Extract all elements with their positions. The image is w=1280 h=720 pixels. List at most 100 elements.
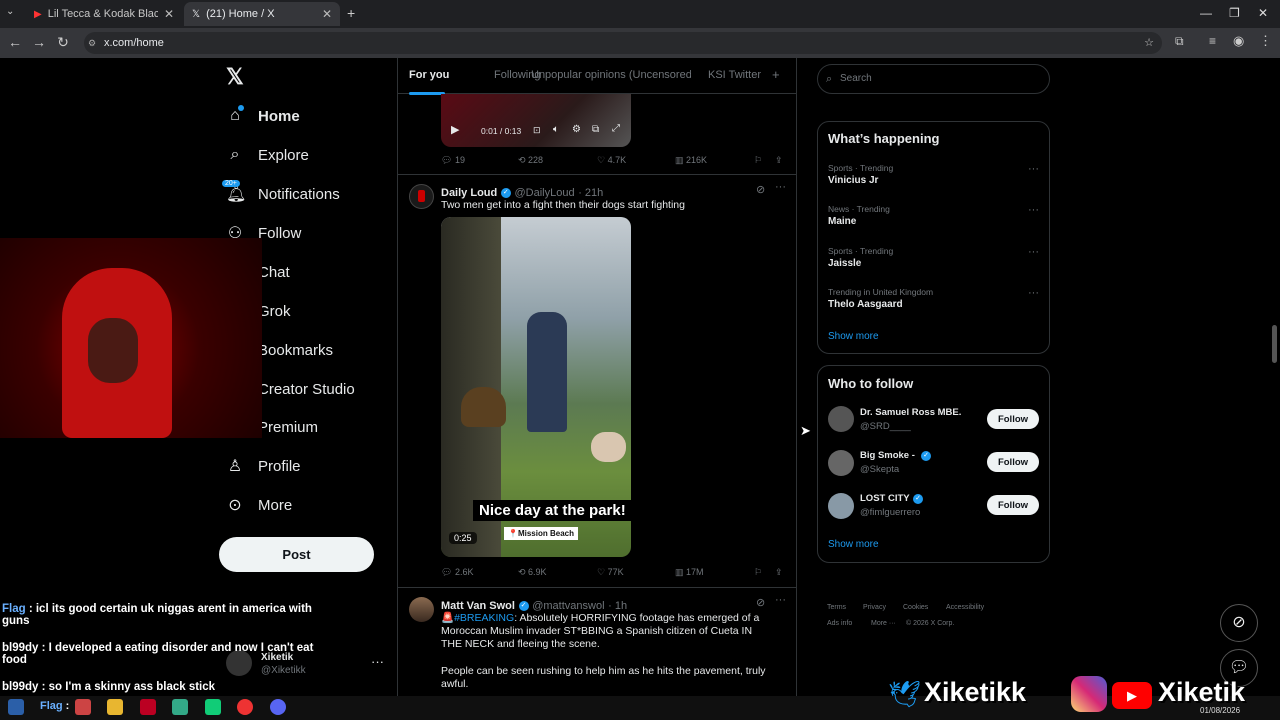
footer-cookies[interactable]: Cookies [903,604,928,611]
browser-tab-x-home[interactable]: 𝕏 (21) Home / X ✕ [184,2,340,26]
x-logo-icon[interactable]: 𝕏 [226,64,244,90]
footer-accessibility[interactable]: Accessibility [946,604,984,611]
follow-button[interactable]: Follow [987,495,1039,515]
grok-icon[interactable]: ⊘ [756,183,765,196]
tweet[interactable]: Daily Loud ✓ @DailyLoud · 21h ⊘ ··· Two … [398,175,796,588]
footer-more[interactable]: More ··· [871,620,896,627]
extensions-icon[interactable]: ⧉ [1175,34,1184,49]
pip-icon[interactable]: ⧉ [592,124,599,135]
repost-button[interactable]: ⟲ 228 [518,155,543,166]
more-icon[interactable]: ··· [775,181,786,193]
like-button[interactable]: ♡ 77K [597,567,624,578]
close-window-icon[interactable]: ✕ [1258,6,1268,20]
scrollbar-thumb[interactable] [1272,325,1277,363]
close-tab-icon[interactable]: ✕ [164,7,174,21]
follow-handle[interactable]: @fimlguerrero [860,507,920,518]
author-handle[interactable]: @DailyLoud [514,187,574,199]
tab-unpopular-opinions[interactable]: Unpopular opinions (Uncensored [531,69,691,81]
trend-name[interactable]: Vinicius Jr [828,175,878,186]
avatar[interactable] [828,406,854,432]
browser-menu-icon[interactable]: ⋮ [1259,33,1272,49]
footer-ads-info[interactable]: Ads info [827,620,852,627]
bookmark-icon[interactable]: ⚐ [754,567,762,578]
follow-handle[interactable]: @Skepta [860,464,899,475]
author-name[interactable]: Matt Van Swol [441,600,515,612]
tab-list-icon[interactable]: ⌄ [6,6,14,17]
follow-button[interactable]: Follow [987,452,1039,472]
nav-home[interactable]: ⌂ Home [226,101,300,131]
author-name[interactable]: Daily Loud [441,187,497,199]
restore-icon[interactable]: ❐ [1229,6,1240,20]
back-icon[interactable]: ← [3,34,27,50]
tab-ksi-twitter[interactable]: KSI Twitter [708,69,761,81]
bookmark-icon[interactable]: ⚐ [754,155,762,166]
video-player[interactable]: ▶ 0:01 / 0:13 ⊡ 🔈︎ ⚙ ⧉ ⤢ [441,94,631,147]
app-icon[interactable] [75,699,91,715]
nav-notifications[interactable]: 🔔︎ Notifications 20+ [222,179,340,209]
avatar[interactable] [828,493,854,519]
more-icon[interactable]: ··· [775,594,786,606]
post-button[interactable]: Post [219,537,374,572]
media-icon[interactable]: ≡ [1209,34,1216,48]
footer-privacy[interactable]: Privacy [863,604,886,611]
avatar[interactable] [828,450,854,476]
trend-name[interactable]: Maine [828,216,856,227]
discord-icon[interactable] [270,699,286,715]
more-icon[interactable]: ··· [1028,163,1039,175]
repost-button[interactable]: ⟲ 6.9K [518,567,547,578]
trend-name[interactable]: Jaissle [828,258,861,269]
app-icon[interactable] [172,699,188,715]
browser-tab-music[interactable]: ▶ Lil Tecca & Kodak Black - HVN I ✕ [26,2,182,26]
more-icon[interactable]: ··· [1028,287,1039,299]
trend-name[interactable]: Thelo Aasgaard [828,299,903,310]
author-handle[interactable]: @mattvanswol [532,600,604,612]
chrome-icon[interactable] [237,699,253,715]
captions-icon[interactable]: ⊡ [533,125,541,136]
play-icon[interactable]: ▶ [451,123,459,136]
start-icon[interactable] [8,699,24,715]
app-icon[interactable] [140,699,156,715]
share-icon[interactable]: ⇪ [775,155,783,166]
fullscreen-icon[interactable]: ⤢ [612,123,620,134]
volume-icon[interactable]: 🔈︎ [553,124,559,135]
reload-icon[interactable]: ↻ [51,34,75,51]
grok-icon[interactable]: ⊘ [756,596,765,609]
share-icon[interactable]: ⇪ [775,567,783,578]
minimize-icon[interactable]: — [1200,6,1212,20]
more-icon[interactable]: ··· [1028,204,1039,216]
nav-profile[interactable]: ♙ Profile [226,451,301,481]
follow-name[interactable]: LOST CITY [860,493,910,504]
site-info-icon[interactable]: ⚙ [88,32,96,54]
reply-button[interactable]: 💬︎ 2.6K [441,567,473,578]
follow-name[interactable]: Big Smoke - [860,450,915,461]
profile-icon[interactable]: ◉ [1233,33,1244,49]
show-more-link[interactable]: Show more [828,331,879,342]
search-input[interactable]: ⌕ Search [817,64,1050,94]
close-tab-icon[interactable]: ✕ [322,7,332,21]
follow-name[interactable]: Dr. Samuel Ross MBE. [860,407,961,418]
nav-more[interactable]: ⊙ More [226,490,292,520]
edge-icon[interactable] [205,699,221,715]
more-icon[interactable]: ··· [371,654,384,669]
like-button[interactable]: ♡ 4.7K [597,155,626,166]
tweet-time[interactable]: · 21h [578,187,603,199]
video-thumbnail[interactable]: Nice day at the park! 📍Mission Beach 0:2… [441,217,631,557]
views-button[interactable]: ▥ 17M [675,567,704,578]
nav-explore[interactable]: ⌕ Explore [226,140,309,170]
folder-icon[interactable] [107,699,123,715]
url-field[interactable]: ⚙ x.com/home ☆ [84,32,1162,54]
follow-handle[interactable]: @SRD____ [860,421,911,432]
tweet-time[interactable]: · 1h [608,600,627,612]
forward-icon[interactable]: → [27,34,51,50]
hashtag-link[interactable]: 🚨#BREAKING [441,612,514,624]
views-button[interactable]: ▥ 216K [675,155,707,166]
avatar[interactable] [409,597,434,622]
reply-button[interactable]: 💬︎ 19 [441,155,465,166]
more-icon[interactable]: ··· [1028,246,1039,258]
follow-button[interactable]: Follow [987,409,1039,429]
show-more-link[interactable]: Show more [828,539,879,550]
bookmark-star-icon[interactable]: ☆ [1144,32,1154,54]
settings-icon[interactable]: ⚙ [572,124,581,135]
footer-terms[interactable]: Terms [827,604,846,611]
new-tab-button[interactable]: + [347,5,355,21]
